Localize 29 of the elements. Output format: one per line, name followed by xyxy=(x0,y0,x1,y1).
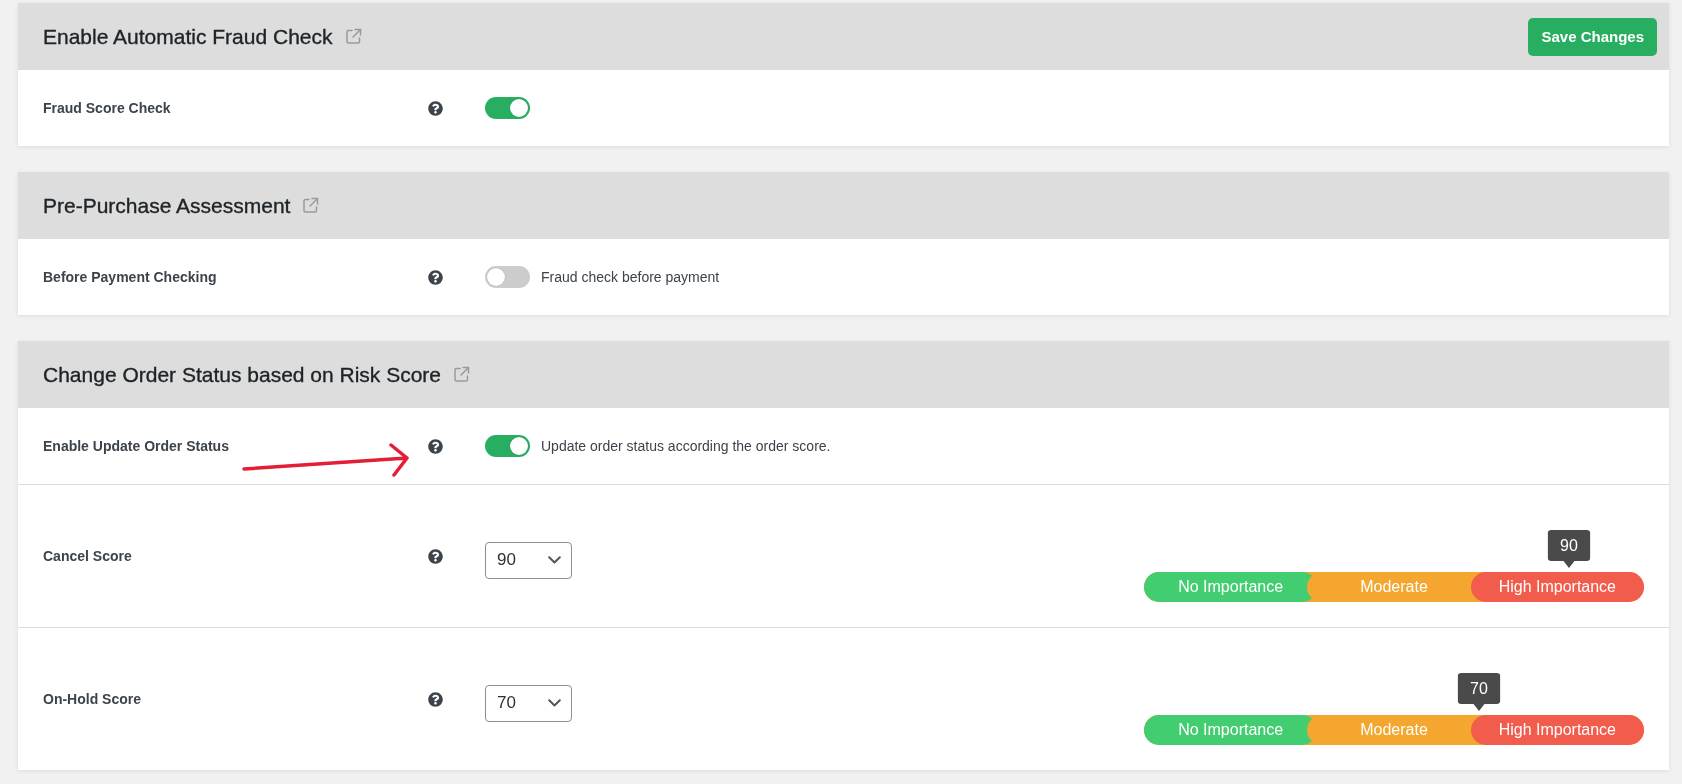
setting-label: Fraud Score Check xyxy=(43,100,171,116)
help-icon[interactable] xyxy=(428,548,443,564)
score-select[interactable]: 90 xyxy=(485,541,572,579)
score-tooltip: 90 xyxy=(1547,530,1591,568)
help-icon[interactable] xyxy=(428,691,443,707)
section-title: Enable Automatic Fraud Check xyxy=(43,24,333,49)
setting-label: On-Hold Score xyxy=(43,691,141,707)
toggle-switch[interactable] xyxy=(485,97,530,119)
score-tooltip: 70 xyxy=(1457,673,1501,711)
help-icon[interactable] xyxy=(428,100,443,116)
score-select[interactable]: 70 xyxy=(485,684,572,722)
toggle-switch[interactable] xyxy=(485,266,530,288)
setting-label: Enable Update Order Status xyxy=(43,438,229,454)
setting-label: Cancel Score xyxy=(43,548,132,564)
external-link-icon[interactable] xyxy=(453,366,471,383)
importance-segment: High Importance xyxy=(1470,715,1644,745)
section-title: Pre-Purchase Assessment xyxy=(43,193,291,218)
importance-segment: High Importance xyxy=(1470,572,1644,602)
setting-label: Before Payment Checking xyxy=(43,269,217,285)
toggle-switch[interactable] xyxy=(485,435,530,457)
help-icon[interactable] xyxy=(428,438,443,454)
toggle-description: Update order status according the order score. xyxy=(541,438,831,454)
chevron-down-icon xyxy=(548,699,561,707)
toggle-description: Fraud check before payment xyxy=(541,269,720,285)
section-title: Change Order Status based on Risk Score xyxy=(43,362,442,387)
external-link-icon[interactable] xyxy=(302,197,320,214)
chevron-down-icon xyxy=(548,556,561,564)
external-link-icon[interactable] xyxy=(344,28,362,45)
help-icon[interactable] xyxy=(428,269,443,285)
